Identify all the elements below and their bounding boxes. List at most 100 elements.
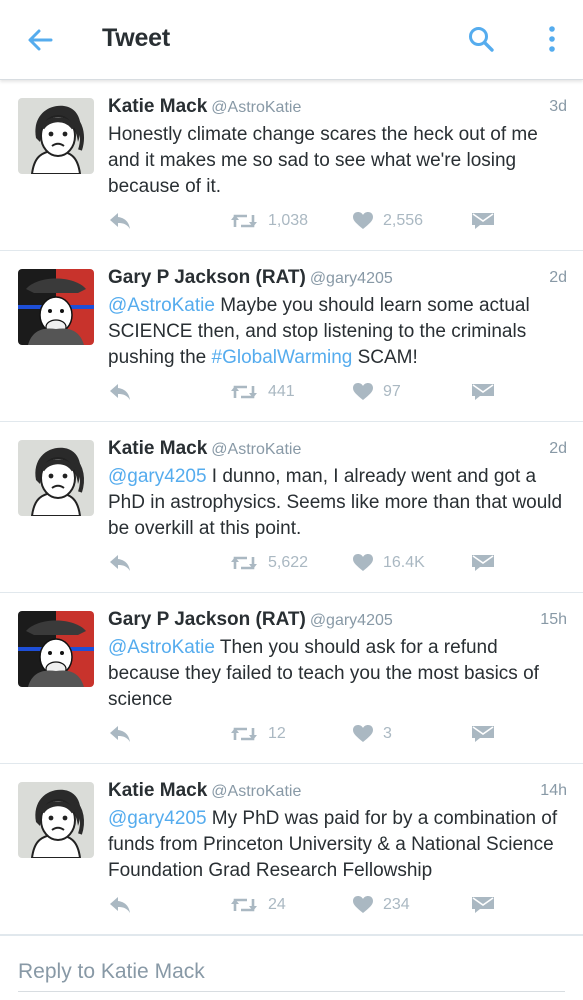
avatar-cartoon-icon: [18, 782, 94, 858]
direct-message-icon: [472, 213, 494, 229]
avatar-spy-icon: [18, 269, 94, 345]
tweet-text: @gary4205 I dunno, man, I already went a…: [108, 464, 568, 542]
author-handle[interactable]: @AstroKatie: [211, 441, 301, 458]
retweet-icon: [231, 727, 257, 741]
tweet[interactable]: Katie Mack @AstroKatie 14h @gary4205 My PhD…: [0, 764, 583, 935]
direct-message-button[interactable]: [472, 721, 494, 747]
direct-message-button[interactable]: [472, 208, 494, 234]
author-name[interactable]: Gary P Jackson (RAT): [108, 267, 306, 288]
heart-icon: [353, 896, 373, 913]
tweet-actions: 12 3: [108, 721, 508, 747]
tweet-text: Honestly climate change scares the heck …: [108, 122, 568, 200]
more-options-button[interactable]: [534, 20, 570, 58]
search-button[interactable]: [462, 20, 500, 58]
avatar[interactable]: [18, 782, 94, 858]
mention-link[interactable]: @AstroKatie: [108, 295, 215, 316]
retweet-icon: [231, 214, 257, 228]
direct-message-button[interactable]: [472, 892, 494, 918]
tweet-header: Katie Mack @AstroKatie 3d: [108, 96, 567, 122]
tweet[interactable]: Katie Mack @AstroKatie 2d @gary4205 I dunno…: [0, 422, 583, 593]
tweet[interactable]: Gary P Jackson (RAT) @gary4205 15h @AstroKa…: [0, 593, 583, 764]
retweet-count: 24: [268, 896, 286, 913]
avatar-spy-icon: [18, 611, 94, 687]
tweet-body: Honestly climate change scares the heck …: [108, 124, 538, 197]
heart-icon: [353, 554, 373, 571]
tweet-actions: 24 234: [108, 892, 508, 918]
reply-icon: [110, 384, 130, 400]
like-count: 16.4K: [383, 554, 425, 571]
like-button[interactable]: 234: [353, 892, 410, 918]
avatar-cartoon-icon: [18, 98, 94, 174]
retweet-button[interactable]: 24: [230, 892, 286, 918]
avatar[interactable]: [18, 440, 94, 516]
reply-icon: [110, 213, 130, 229]
tweet-header: Gary P Jackson (RAT) @gary4205 2d: [108, 267, 567, 293]
direct-message-icon: [472, 384, 494, 400]
direct-message-button[interactable]: [472, 550, 494, 576]
page-title: Tweet: [102, 24, 170, 52]
reply-button[interactable]: [108, 550, 132, 576]
author-handle[interactable]: @gary4205: [310, 612, 393, 629]
retweet-count: 441: [268, 383, 295, 400]
mention-link[interactable]: @gary4205: [108, 808, 207, 829]
app-bar: Tweet: [0, 0, 583, 80]
author-name[interactable]: Katie Mack: [108, 780, 207, 801]
like-button[interactable]: 97: [353, 379, 401, 405]
tweet-timestamp: 2d: [549, 440, 567, 457]
tweet-actions: 1,038 2,556: [108, 208, 508, 234]
back-button[interactable]: [22, 22, 58, 58]
retweet-button[interactable]: 441: [230, 379, 295, 405]
tweet-timestamp: 15h: [540, 611, 567, 628]
reply-button[interactable]: [108, 208, 132, 234]
tweet-text: @gary4205 My PhD was paid for by a combi…: [108, 806, 568, 884]
heart-icon: [353, 725, 373, 742]
reply-button[interactable]: [108, 721, 132, 747]
reply-button[interactable]: [108, 892, 132, 918]
like-button[interactable]: 2,556: [353, 208, 423, 234]
arrow-left-icon: [28, 29, 53, 51]
tweet[interactable]: Katie Mack @AstroKatie 3d Honestly climate …: [0, 80, 583, 251]
mention-link[interactable]: @gary4205: [108, 466, 207, 487]
avatar-cartoon-icon: [18, 440, 94, 516]
tweet-actions: 441 97: [108, 379, 508, 405]
tweet-header: Katie Mack @AstroKatie 2d: [108, 438, 567, 464]
reply-button[interactable]: [108, 379, 132, 405]
like-count: 97: [383, 383, 401, 400]
author-handle[interactable]: @gary4205: [310, 270, 393, 287]
author-name[interactable]: Gary P Jackson (RAT): [108, 609, 306, 630]
avatar[interactable]: [18, 269, 94, 345]
reply-input[interactable]: [18, 952, 565, 992]
avatar[interactable]: [18, 611, 94, 687]
retweet-icon: [231, 385, 257, 399]
direct-message-icon: [472, 726, 494, 742]
like-button[interactable]: 3: [353, 721, 392, 747]
direct-message-icon: [472, 555, 494, 571]
avatar[interactable]: [18, 98, 94, 174]
author-name[interactable]: Katie Mack: [108, 438, 207, 459]
author-handle[interactable]: @AstroKatie: [211, 783, 301, 800]
tweet-text: @AstroKatie Maybe you should learn some …: [108, 293, 568, 371]
hashtag-link[interactable]: #GlobalWarming: [212, 347, 353, 368]
author-name[interactable]: Katie Mack: [108, 96, 207, 117]
reply-icon: [110, 897, 130, 913]
retweet-count: 1,038: [268, 212, 309, 229]
retweet-count: 12: [268, 725, 286, 742]
retweet-button[interactable]: 12: [230, 721, 286, 747]
retweet-icon: [231, 898, 257, 912]
direct-message-button[interactable]: [472, 379, 494, 405]
like-button[interactable]: 16.4K: [353, 550, 425, 576]
like-count: 234: [383, 896, 410, 913]
tweet-header: Katie Mack @AstroKatie 14h: [108, 780, 567, 806]
retweet-count: 5,622: [268, 554, 309, 571]
tweet-timestamp: 2d: [549, 269, 567, 286]
tweet-header: Gary P Jackson (RAT) @gary4205 15h: [108, 609, 567, 635]
tweet[interactable]: Gary P Jackson (RAT) @gary4205 2d @AstroKat…: [0, 251, 583, 422]
like-count: 3: [383, 725, 392, 742]
author-handle[interactable]: @AstroKatie: [211, 99, 301, 116]
like-count: 2,556: [383, 212, 424, 229]
retweet-button[interactable]: 5,622: [230, 550, 308, 576]
tweet-timestamp: 3d: [549, 98, 567, 115]
mention-link[interactable]: @AstroKatie: [108, 637, 215, 658]
search-icon: [469, 27, 494, 52]
retweet-button[interactable]: 1,038: [230, 208, 308, 234]
